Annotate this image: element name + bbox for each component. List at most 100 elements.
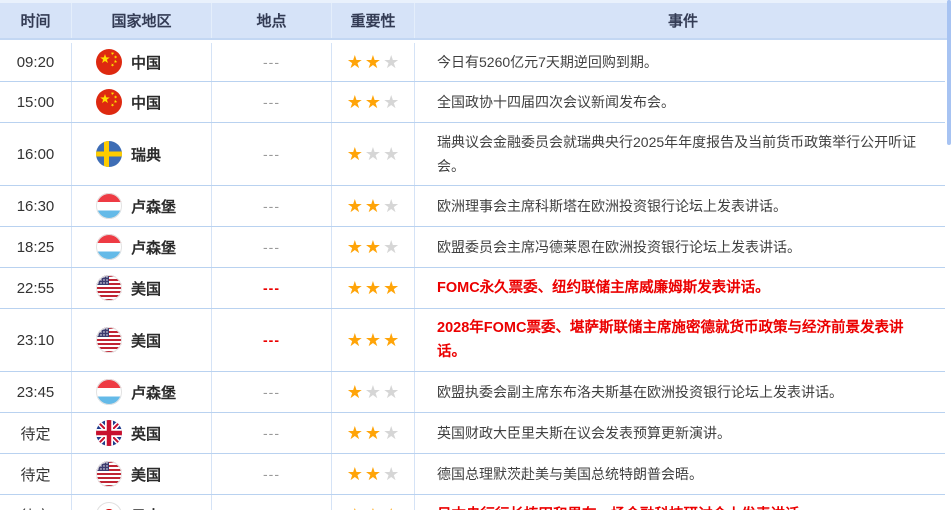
star-filled-icon: ★ [383,330,400,350]
table-row[interactable]: 23:10 美国 --- ★ ★ ★ 2028年FOMC票委、堪萨斯联储主席施密德就货币政策… [0,309,945,372]
table-row[interactable]: 16:00 瑞典 --- ★ ★ ★ 瑞典议会金融委员会就瑞典央行2025年年度报告及当前货… [0,123,945,186]
event-text: 今日有5260亿元7天期逆回购到期。 [437,54,658,70]
scrollbar-thumb[interactable] [947,0,951,145]
star-filled-icon: ★ [346,506,364,510]
star-filled-icon: ★ [346,237,363,257]
event-text: 欧洲理事会主席科斯塔在欧洲投资银行论坛上发表讲话。 [437,198,787,214]
country-name: 瑞典 [131,146,162,164]
star-filled-icon: ★ [346,330,363,350]
column-header-location: 地点 [212,3,332,38]
table-row[interactable]: 18:25 卢森堡 --- ★ ★ ★ 欧盟委员会主席冯德莱恩在欧洲投资银行论坛上发表讲话。 [0,227,945,268]
location-cell: --- [212,454,332,494]
star-filled-icon: ★ [382,506,400,510]
event-cell[interactable]: 全国政协十四届四次会议新闻发布会。 [415,82,945,122]
location-cell: --- [212,372,332,412]
event-text: FOMC永久票委、纽约联储主席威廉姆斯发表讲话。 [437,280,770,296]
time-cell: 18:25 [0,227,72,267]
star-empty-icon: ★ [383,92,400,112]
country-cell: 美国 [72,268,212,308]
event-text: 2028年FOMC票委、堪萨斯联储主席施密德就货币政策与经济前景发表讲话。 [437,320,904,360]
event-cell[interactable]: 德国总理默茨赴美与美国总统特朗普会晤。 [415,454,945,494]
location-cell: --- [212,227,332,267]
table-row[interactable]: 15:00 中国 --- ★ ★ ★ 全国政协十四届四次会议新闻发布会。 [0,82,945,123]
event-cell[interactable]: 欧洲理事会主席科斯塔在欧洲投资银行论坛上发表讲话。 [415,186,945,226]
star-empty-icon: ★ [383,423,400,443]
importance-stars: ★★★ [332,268,415,308]
time-cell: 15:00 [0,82,72,122]
flag-luxembourg-icon [96,379,122,405]
event-cell[interactable]: 欧盟委员会主席冯德莱恩在欧洲投资银行论坛上发表讲话。 [415,227,945,267]
table-row[interactable]: 23:45 卢森堡 --- ★ ★ ★ 欧盟执委会副主席东布洛夫斯基在欧洲投资银行论坛上发表… [0,372,945,413]
location-cell: --- [212,309,332,371]
star-filled-icon: ★ [364,196,382,216]
star-filled-icon: ★ [346,52,363,72]
country-name: 美国 [131,280,162,298]
star-filled-icon: ★ [364,278,382,298]
importance-stars: ★★★ [332,413,415,453]
location-cell: --- [212,43,332,81]
importance-stars: ★★★ [332,454,415,494]
event-cell[interactable]: 瑞典议会金融委员会就瑞典央行2025年年度报告及当前货币政策举行公开听证会。 [415,123,945,185]
star-filled-icon: ★ [346,278,363,298]
country-cell: 卢森堡 [72,227,212,267]
country-cell: 美国 [72,309,212,371]
time-cell: 待定 [0,413,72,453]
event-cell[interactable]: 欧盟执委会副主席东布洛夫斯基在欧洲投资银行论坛上发表讲话。 [415,372,945,412]
country-cell: 瑞典 [72,123,212,185]
country-name: 美国 [131,332,162,350]
country-name: 日本 [131,505,161,510]
star-empty-icon: ★ [383,382,400,402]
table-row[interactable]: 16:30 卢森堡 --- ★ ★ ★ 欧洲理事会主席科斯塔在欧洲投资银行论坛上发表讲话。 [0,186,945,227]
country-cell: 中国 [72,43,212,81]
table-body: 09:20 中国 --- ★ ★ ★ 今日有5260亿元7天期逆回购到期。 15:00 中国 --… [0,43,945,510]
star-filled-icon: ★ [346,382,363,402]
star-empty-icon: ★ [364,382,382,402]
event-text: 全国政协十四届四次会议新闻发布会。 [437,94,675,110]
star-filled-icon: ★ [346,196,363,216]
table-header-row: 时间 国家地区 地点 重要性 事件 [0,3,951,40]
importance-stars: ★★★ [332,309,415,371]
time-cell: 23:10 [0,309,72,371]
country-name: 卢森堡 [131,384,177,402]
country-name: 英国 [131,425,162,443]
country-cell: 日本 [72,495,212,510]
country-cell: 中国 [72,82,212,122]
flag-usa-icon [96,461,122,487]
column-header-time: 时间 [0,3,72,38]
economic-calendar-table: 时间 国家地区 地点 重要性 事件 09:20 中国 --- ★ ★ ★ 今日有5260亿元7天期逆… [0,0,951,510]
country-cell: 卢森堡 [72,372,212,412]
table-row[interactable]: 09:20 中国 --- ★ ★ ★ 今日有5260亿元7天期逆回购到期。 [0,43,945,82]
time-cell: 待定 [0,454,72,494]
flag-sweden-icon [96,141,122,167]
table-row[interactable]: 22:55 美国 --- ★ ★ ★ FOMC永久票委、纽约联储主席威廉姆斯发表讲话。 [0,268,945,309]
flag-china-icon [96,49,122,75]
table-row[interactable]: 待定 英国 --- ★ ★ ★ 英国财政大臣里夫斯在议会发表预算更新演讲。 [0,413,945,454]
location-cell: --- [212,413,332,453]
time-cell: 16:00 [0,123,72,185]
country-name: 美国 [131,466,162,484]
event-cell[interactable]: 英国财政大臣里夫斯在议会发表预算更新演讲。 [415,413,945,453]
star-filled-icon: ★ [364,506,382,510]
importance-stars: ★★★ [332,227,415,267]
star-filled-icon: ★ [364,464,382,484]
event-cell[interactable]: FOMC永久票委、纽约联储主席威廉姆斯发表讲话。 [415,268,945,308]
event-text: 瑞典议会金融委员会就瑞典央行2025年年度报告及当前货币政策举行公开听证会。 [437,134,917,174]
star-filled-icon: ★ [346,144,363,164]
event-cell[interactable]: 今日有5260亿元7天期逆回购到期。 [415,43,945,81]
importance-stars: ★★★ [332,123,415,185]
table-row[interactable]: 待定日本---★★★日本央行行长植田和男在一场金融科技研讨会上发表讲话。 [0,495,945,510]
importance-stars: ★★★ [332,372,415,412]
star-filled-icon: ★ [346,423,363,443]
star-filled-icon: ★ [364,52,382,72]
star-empty-icon: ★ [383,237,400,257]
importance-stars: ★★★ [332,43,415,81]
time-cell: 22:55 [0,268,72,308]
event-cell[interactable]: 日本央行行长植田和男在一场金融科技研讨会上发表讲话。 [415,495,945,510]
star-filled-icon: ★ [364,237,382,257]
column-header-region: 国家地区 [72,3,212,38]
table-row[interactable]: 待定 美国 --- ★ ★ ★ 德国总理默茨赴美与美国总统特朗普会晤。 [0,454,945,495]
location-cell: --- [212,268,332,308]
star-filled-icon: ★ [364,92,382,112]
star-filled-icon: ★ [364,423,382,443]
event-cell[interactable]: 2028年FOMC票委、堪萨斯联储主席施密德就货币政策与经济前景发表讲话。 [415,309,945,371]
